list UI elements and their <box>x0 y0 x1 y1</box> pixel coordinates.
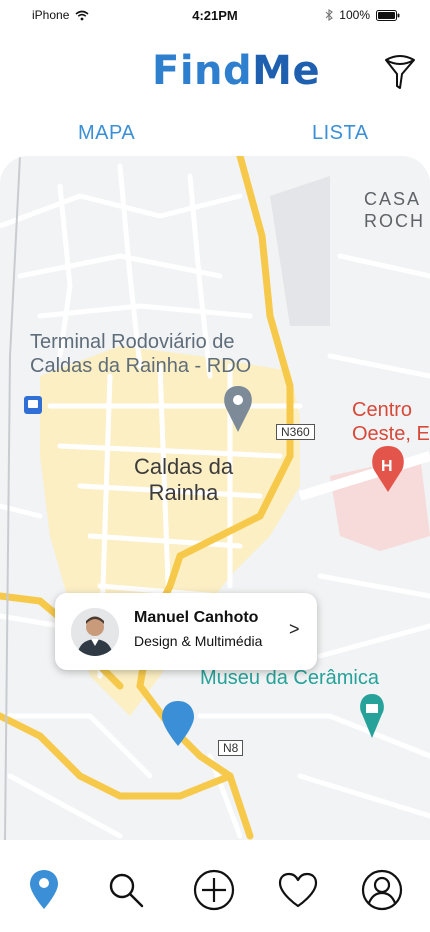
filter-button[interactable] <box>382 52 418 92</box>
app-logo: FindMe <box>152 48 320 94</box>
bluetooth-icon <box>325 9 334 21</box>
nav-search-button[interactable] <box>104 868 148 912</box>
logo-me: Me <box>252 48 321 94</box>
terminal-line-1: Terminal Rodoviário de <box>30 331 235 353</box>
nav-add-button[interactable] <box>192 868 236 912</box>
tab-mapa[interactable]: MAPA <box>78 122 135 145</box>
centro-line-1: Centro <box>352 399 413 421</box>
road-badge-n360: N360 <box>276 424 315 440</box>
avatar <box>71 608 119 656</box>
bottom-nav <box>0 840 430 932</box>
nav-favorites-button[interactable] <box>276 868 320 912</box>
battery-percent: 100% <box>339 8 370 22</box>
user-location-pin-icon[interactable] <box>161 700 195 748</box>
heart-icon <box>278 872 318 908</box>
search-icon <box>109 873 144 908</box>
status-right: 100% <box>325 8 400 22</box>
centro-line-2: Oeste, E <box>352 423 430 445</box>
nav-profile-button[interactable] <box>360 868 404 912</box>
map-label-centro: Centro Oeste, E <box>352 398 430 446</box>
battery-icon <box>376 9 400 21</box>
status-bar: iPhone 4:21PM 100% <box>0 0 430 30</box>
map-view[interactable]: H Terminal Rodoviário de Caldas da Rainh… <box>0 156 430 840</box>
profile-role: Design & Multimédia <box>134 633 263 649</box>
nav-map-button[interactable] <box>22 868 66 912</box>
filter-icon <box>385 55 415 89</box>
profile-icon <box>361 869 403 911</box>
road-badge-n8: N8 <box>218 740 244 756</box>
profile-name: Manuel Canhoto <box>134 609 259 626</box>
casal-line-2: ROCH <box>364 211 425 231</box>
add-icon <box>193 869 235 911</box>
avatar-person-icon <box>71 608 119 656</box>
map-label-casal: CASA ROCH <box>364 188 425 232</box>
map-pin-icon <box>30 870 58 909</box>
svg-text:H: H <box>381 458 393 475</box>
city-line-1: Caldas da <box>134 454 234 479</box>
map-label-terminal: Terminal Rodoviário de Caldas da Rainha … <box>30 330 251 378</box>
terminal-line-2: Caldas da Rainha - RDO <box>30 355 252 377</box>
map-label-city: Caldas da Rainha <box>134 454 233 506</box>
logo-find: Find <box>152 48 253 94</box>
city-line-2: Rainha <box>148 480 219 505</box>
profile-card[interactable]: Manuel Canhoto Design & Multimédia > <box>55 593 317 670</box>
chevron-right-icon[interactable]: > <box>289 619 300 640</box>
casal-line-1: CASA <box>364 189 422 209</box>
tab-lista[interactable]: LISTA <box>312 122 369 145</box>
